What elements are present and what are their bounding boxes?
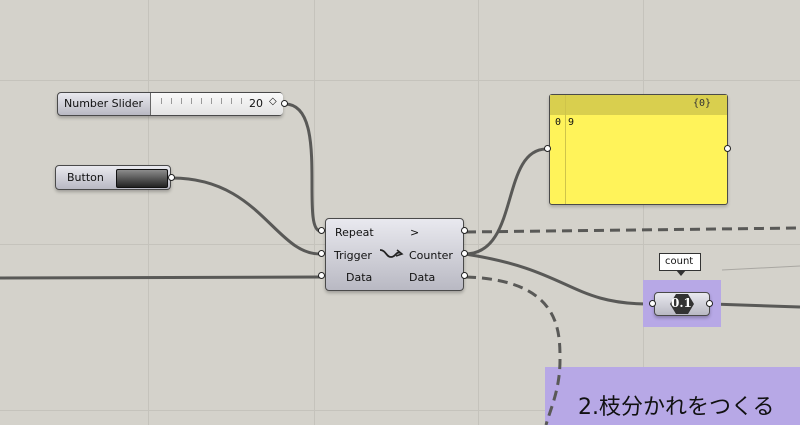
panel-component[interactable]: {0} 0 9 — [549, 94, 728, 205]
wire-counter-panel — [464, 147, 547, 256]
tooltip-pointer — [676, 270, 686, 276]
input-label-data: Data — [346, 271, 373, 284]
button-face[interactable] — [116, 169, 168, 188]
slider-ticks — [161, 98, 245, 104]
counter-icon — [379, 249, 404, 258]
output-grip[interactable] — [461, 250, 468, 257]
input-grip[interactable] — [318, 227, 325, 234]
button-component[interactable]: Button — [55, 165, 171, 190]
output-label-counter: Counter — [409, 249, 453, 262]
output-label-gt: > — [410, 226, 420, 239]
panel-header: {0} — [550, 95, 727, 115]
output-grip[interactable] — [706, 300, 713, 307]
panel-value: 9 — [568, 117, 575, 128]
grasshopper-canvas[interactable]: 2.枝分かれをつくる Number Slider 20 ◇ Button Rep… — [0, 0, 800, 425]
button-name: Button — [67, 171, 104, 184]
panel-index: 0 — [555, 117, 562, 128]
input-label-trigger: Trigger — [334, 249, 372, 262]
slider-track[interactable]: 20 ◇ — [150, 93, 283, 115]
slider-name: Number Slider — [64, 97, 144, 110]
tooltip-text: count — [665, 256, 694, 267]
wire-repeat-out-dashed — [465, 226, 800, 234]
number-slider[interactable]: Number Slider 20 ◇ — [57, 92, 283, 116]
number-display[interactable]: 0.1 — [654, 292, 710, 316]
counter-component[interactable]: Repeat Trigger Data > Counter Data — [325, 218, 464, 291]
output-grip[interactable] — [281, 100, 288, 107]
wire-thin — [721, 265, 800, 271]
slider-diamond-icon[interactable]: ◇ — [269, 96, 277, 107]
wire-data-out-dashed — [465, 275, 562, 425]
input-grip[interactable] — [318, 250, 325, 257]
wire-display-out — [711, 302, 800, 309]
output-grip[interactable] — [461, 272, 468, 279]
wire-counter-display — [464, 252, 650, 306]
wires-layer — [0, 102, 800, 425]
number-value: 0.1 — [671, 296, 692, 310]
wire-button-trigger — [171, 176, 321, 256]
output-grip[interactable] — [461, 227, 468, 234]
output-label-data: Data — [409, 271, 436, 284]
slider-value: 20 — [249, 97, 263, 110]
output-grip[interactable] — [168, 174, 175, 181]
panel-path: {0} — [693, 98, 712, 109]
wire-data-input — [0, 275, 321, 280]
input-label-repeat: Repeat — [335, 226, 374, 239]
wire-slider-repeat — [284, 102, 321, 233]
panel-index-separator — [565, 95, 566, 204]
input-grip[interactable] — [544, 145, 551, 152]
tooltip: count — [659, 253, 701, 271]
input-grip[interactable] — [318, 272, 325, 279]
input-grip[interactable] — [649, 300, 656, 307]
output-grip[interactable] — [724, 145, 731, 152]
